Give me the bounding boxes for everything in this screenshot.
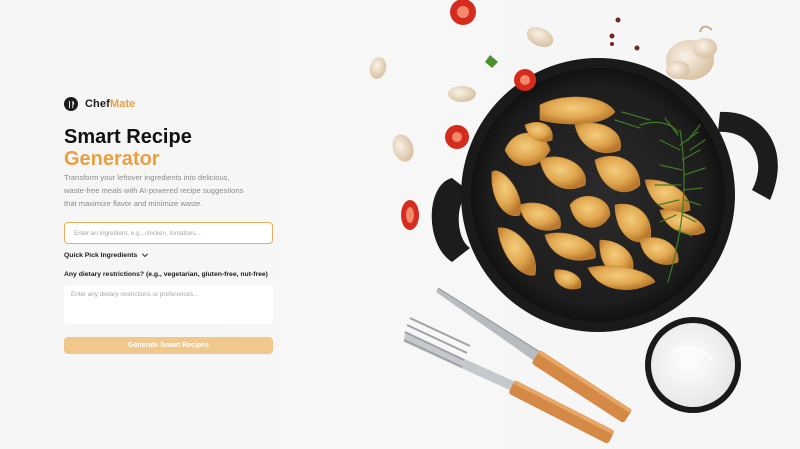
pan (431, 58, 778, 332)
brand-logo[interactable]: ChefMate (64, 96, 274, 112)
fork-knife-icon (64, 97, 78, 111)
ingredient-input[interactable] (64, 222, 273, 244)
brand-name-part1: Chef (85, 98, 110, 110)
herb-leaf (485, 55, 498, 68)
page-title-line2: Generator (64, 148, 160, 170)
generate-recipes-button[interactable]: Generate Smart Recipes (64, 337, 273, 354)
dietary-label: Any dietary restrictions? (e.g., vegetar… (64, 271, 268, 278)
page-title-line1: Smart Recipe (64, 126, 192, 148)
brand-name: ChefMate (85, 98, 135, 110)
quick-pick-toggle[interactable]: Quick Pick Ingredients (64, 251, 149, 259)
sauce-bowl (645, 317, 741, 413)
page-description: Transform your leftover ingredients into… (64, 173, 244, 208)
hero-food-image (330, 0, 800, 449)
chevron-down-icon (142, 253, 149, 257)
page: ChefMate Smart Recipe Generator Transfor… (0, 0, 800, 449)
dietary-restrictions-field[interactable] (64, 285, 273, 324)
brand-name-part2: Mate (109, 98, 136, 110)
quick-pick-label: Quick Pick Ingredients (64, 251, 138, 259)
peppercorns (609, 17, 640, 51)
recipe-form-panel: ChefMate Smart Recipe Generator Transfor… (64, 96, 274, 354)
page-title: Smart Recipe Generator (64, 126, 284, 170)
